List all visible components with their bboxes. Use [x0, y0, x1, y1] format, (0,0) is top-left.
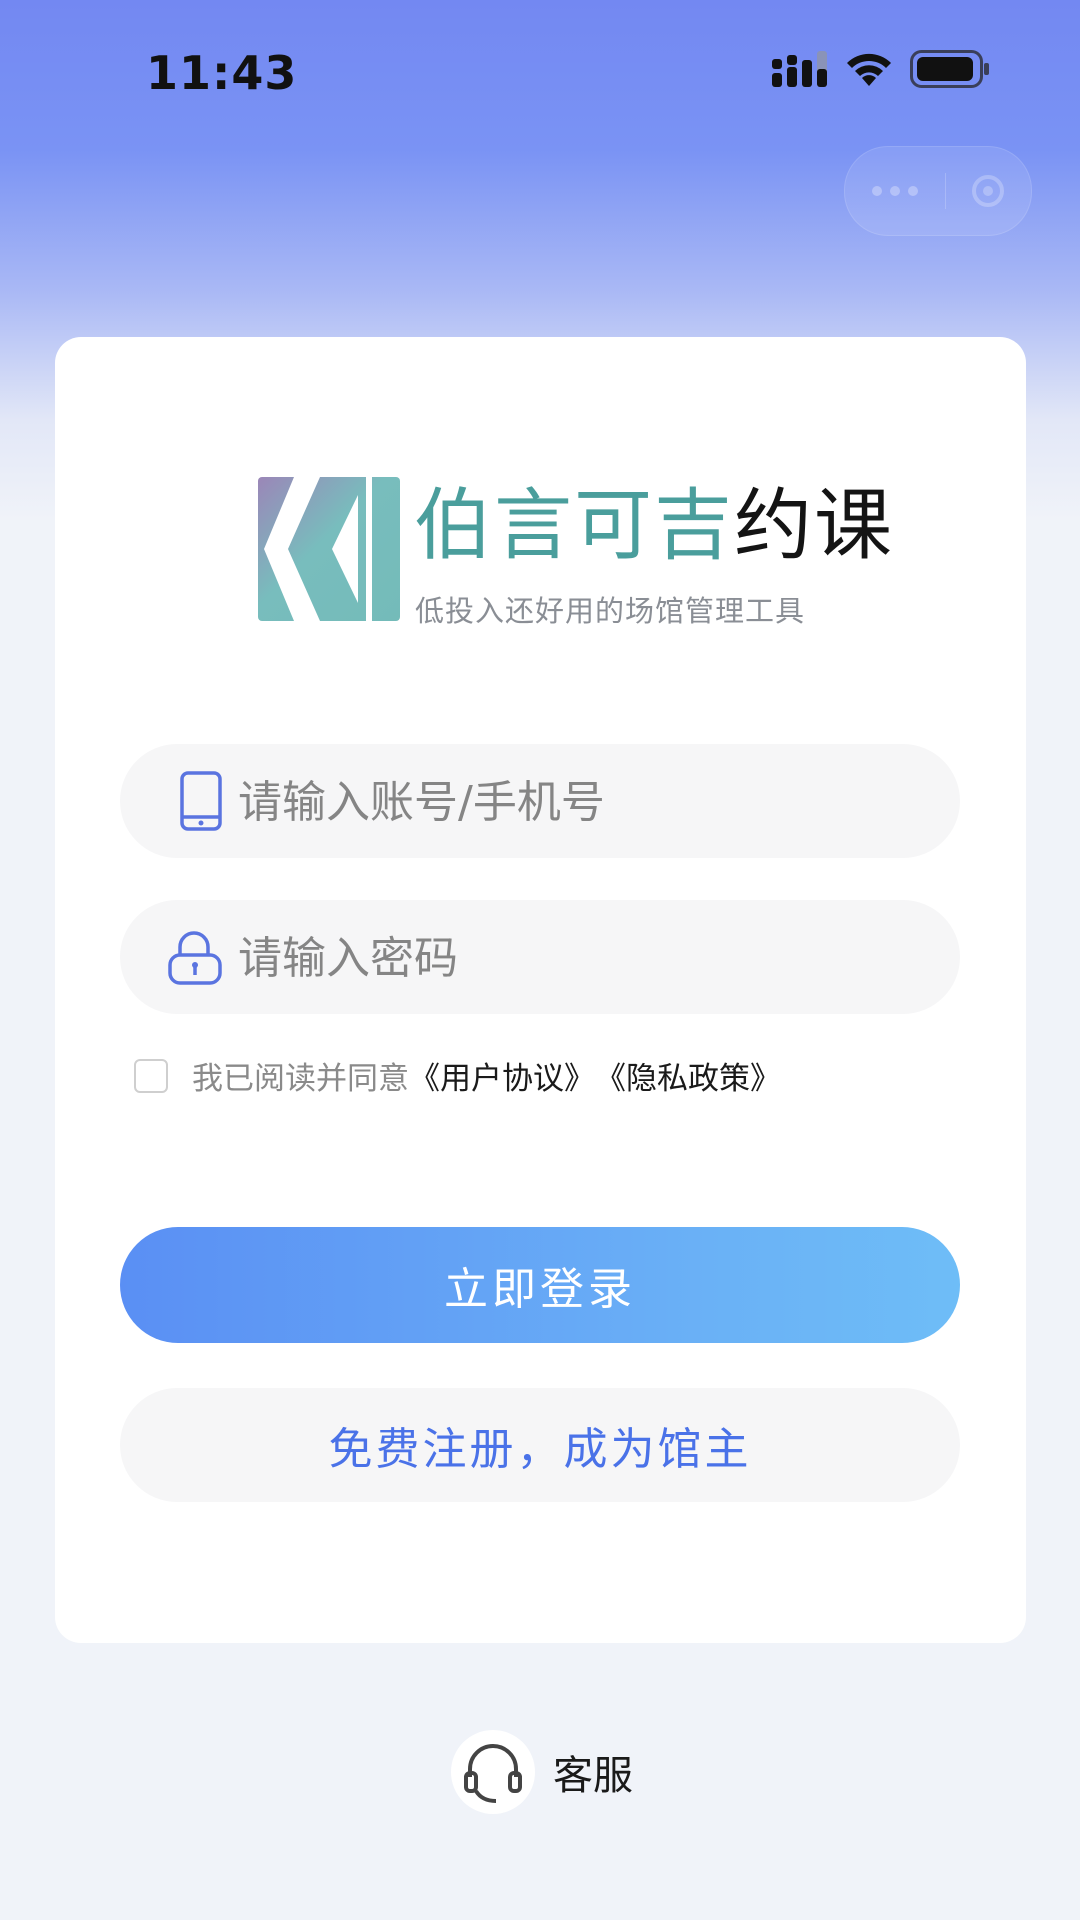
phone-icon — [180, 771, 222, 831]
headset-icon — [464, 1744, 522, 1803]
customer-service-button[interactable]: 客服 — [451, 1730, 633, 1814]
account-input[interactable] — [236, 764, 920, 840]
register-button[interactable]: 免费注册，成为馆主 — [120, 1388, 960, 1502]
privacy-policy-link[interactable]: 《隐私政策》 — [595, 1053, 781, 1098]
status-icons — [772, 50, 990, 88]
password-input[interactable] — [236, 920, 920, 996]
login-button[interactable]: 立即登录 — [120, 1227, 960, 1343]
status-time: 11:43 — [146, 46, 298, 100]
account-field[interactable] — [120, 744, 960, 858]
more-icon[interactable] — [871, 186, 918, 196]
capsule-divider — [944, 173, 946, 209]
close-target-icon[interactable] — [972, 175, 1005, 207]
lock-icon — [168, 931, 222, 985]
miniprogram-capsule[interactable] — [844, 146, 1032, 236]
signal-icon — [772, 51, 827, 87]
brand-slogan: 低投入还好用的场馆管理工具 — [415, 594, 806, 628]
battery-icon — [910, 50, 989, 88]
brand-name: 伯言可吉约课 — [414, 478, 894, 574]
agree-text: 我已阅读并同意 — [192, 1061, 409, 1097]
status-bar: 11:43 — [0, 0, 1080, 130]
brand-logo-icon — [258, 477, 400, 621]
agreement-row: 我已阅读并同意 《用户协议》 《隐私政策》 — [134, 1053, 781, 1098]
user-agreement-link[interactable]: 《用户协议》 — [409, 1053, 595, 1098]
brand-name-secondary: 约课 — [734, 481, 895, 571]
customer-service-label: 客服 — [553, 1753, 633, 1799]
agree-checkbox[interactable] — [134, 1058, 168, 1093]
customer-service-icon-wrap — [451, 1730, 535, 1814]
wifi-icon — [847, 53, 891, 86]
brand-name-primary: 伯言可吉 — [414, 481, 735, 571]
password-field[interactable] — [120, 900, 960, 1014]
